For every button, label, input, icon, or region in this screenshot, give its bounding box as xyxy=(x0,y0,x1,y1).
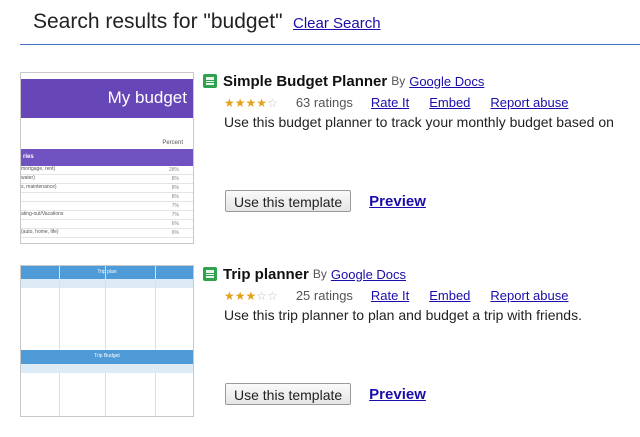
template-by: By xyxy=(312,267,327,281)
template-meta: ★★★☆☆ 25 ratings Rate It Embed Report ab… xyxy=(203,288,640,303)
thumbnail-column-label: ries xyxy=(23,154,34,160)
thumbnail-row: ating-out/Vacations 7% xyxy=(21,211,193,220)
thumbnail-row-label: (auto, home, life) xyxy=(21,229,59,235)
template-thumbnail[interactable]: My budget ries Percent mortgage, rent) 28… xyxy=(20,72,194,244)
thumbnail-row-pct: 8% xyxy=(171,176,179,182)
star-icon: ★ xyxy=(234,288,246,303)
embed-link[interactable]: Embed xyxy=(429,288,470,303)
thumbnail-row-pct: 7% xyxy=(171,203,179,209)
thumbnail-percent-label: Percent xyxy=(162,140,183,146)
thumbnail-banner-text: My budget xyxy=(107,88,187,107)
preview-link[interactable]: Preview xyxy=(369,386,426,403)
thumbnail-row-label: ating-out/Vacations xyxy=(21,211,64,217)
thumbnail-row-pct: 28% xyxy=(168,167,179,173)
header-divider xyxy=(20,44,640,45)
template-by: By xyxy=(391,74,406,88)
template-actions: Use this template Preview xyxy=(225,190,426,212)
thumbnail-grid-line xyxy=(105,266,106,416)
thumbnail-row-label: water) xyxy=(21,175,35,181)
thumbnail-budget-subheader xyxy=(21,364,193,373)
thumbnail-row: 7% xyxy=(21,202,193,211)
preview-link[interactable]: Preview xyxy=(369,193,426,210)
star-icon: ☆ xyxy=(256,288,268,303)
template-author-link[interactable]: Google Docs xyxy=(409,74,484,89)
spreadsheet-icon xyxy=(203,74,217,88)
thumbnail-table: ries Percent mortgage, rent) 28% water) 8%… xyxy=(21,140,193,238)
star-icon: ★ xyxy=(245,95,257,110)
thumbnail-row: 6% xyxy=(21,220,193,229)
report-abuse-link[interactable]: Report abuse xyxy=(490,288,568,303)
thumbnail-row: mortgage, rent) 28% xyxy=(21,166,193,175)
thumbnail-plan-title: Trip plan xyxy=(97,269,117,275)
rating-stars: ★★★★☆ xyxy=(224,96,278,110)
thumbnail-row-label: s, maintenance) xyxy=(21,184,57,190)
thumbnail-banner: My budget xyxy=(21,79,193,118)
star-icon: ☆ xyxy=(267,95,278,110)
use-template-button[interactable]: Use this template xyxy=(225,190,352,212)
rating-stars: ★★★☆☆ xyxy=(224,289,278,303)
use-template-button[interactable]: Use this template xyxy=(225,383,352,405)
thumbnail-budget-title: Trip Budget xyxy=(94,353,120,359)
thumbnail-row: water) 8% xyxy=(21,175,193,184)
template-title[interactable]: Trip planner xyxy=(223,266,309,283)
template-title-line: Simple Budget Planner By Google Docs xyxy=(203,72,640,90)
template-description: Use this trip planner to plan and budget… xyxy=(224,307,582,323)
star-icon: ★ xyxy=(234,95,246,110)
template-actions: Use this template Preview xyxy=(225,383,426,405)
thumbnail-grid-line xyxy=(155,266,156,416)
thumbnail-budget-bar: Trip Budget xyxy=(21,350,193,364)
thumbnail-row-pct: 8% xyxy=(171,194,179,200)
star-icon: ☆ xyxy=(267,288,278,303)
thumbnail-row-pct: 8% xyxy=(171,185,179,191)
thumbnail-row: s, maintenance) 8% xyxy=(21,184,193,193)
thumbnail-row-label: mortgage, rent) xyxy=(21,166,56,172)
template-info: Simple Budget Planner By Google Docs ★★★… xyxy=(203,72,640,130)
thumbnail-row-pct: 6% xyxy=(171,230,179,236)
template-title[interactable]: Simple Budget Planner xyxy=(223,73,387,90)
template-info: Trip planner By Google Docs ★★★☆☆ 25 rat… xyxy=(203,265,640,323)
ratings-count: 25 ratings xyxy=(295,288,353,303)
template-meta: ★★★★☆ 63 ratings Rate It Embed Report ab… xyxy=(203,95,640,110)
template-title-line: Trip planner By Google Docs xyxy=(203,265,640,283)
thumbnail-table-header: ries Percent xyxy=(21,140,193,166)
rate-it-link[interactable]: Rate It xyxy=(371,95,409,110)
rate-it-link[interactable]: Rate It xyxy=(371,288,409,303)
template-author-link[interactable]: Google Docs xyxy=(331,267,406,282)
thumbnail-row-pct: 6% xyxy=(171,221,179,227)
template-thumbnail[interactable]: Trip plan Trip Budget xyxy=(20,265,194,417)
thumbnail-row-pct: 7% xyxy=(171,212,179,218)
report-abuse-link[interactable]: Report abuse xyxy=(490,95,568,110)
thumbnail-row: 8% xyxy=(21,193,193,202)
thumbnail-plan-bar: Trip plan xyxy=(21,266,193,279)
thumbnail-grid-line xyxy=(59,266,60,416)
star-icon: ★ xyxy=(224,288,235,303)
search-header: Search results for "budget" Clear Search xyxy=(33,10,381,40)
template-result: My budget ries Percent mortgage, rent) 28… xyxy=(0,72,640,244)
ratings-count: 63 ratings xyxy=(295,95,353,110)
thumbnail-plan-subheader xyxy=(21,279,193,288)
thumbnail-row: (auto, home, life) 6% xyxy=(21,229,193,238)
template-description: Use this budget planner to track your mo… xyxy=(224,114,614,130)
search-results-title: Search results for "budget" xyxy=(33,10,283,33)
embed-link[interactable]: Embed xyxy=(429,95,470,110)
template-result: Trip plan Trip Budget Trip planner By Go… xyxy=(0,265,640,437)
star-icon: ★ xyxy=(224,95,235,110)
clear-search-link[interactable]: Clear Search xyxy=(293,15,381,32)
spreadsheet-icon xyxy=(203,267,217,281)
star-icon: ★ xyxy=(256,95,268,110)
star-icon: ★ xyxy=(245,288,257,303)
